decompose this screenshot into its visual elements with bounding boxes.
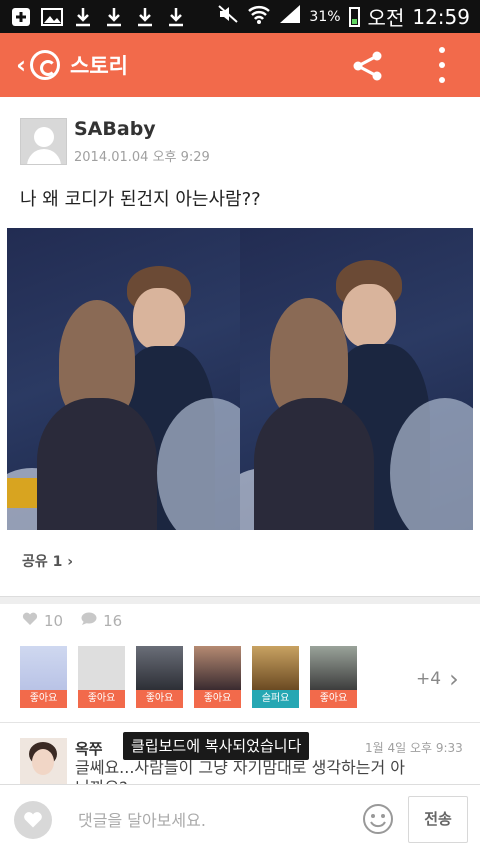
battery-percent: 31% <box>309 8 341 25</box>
plus-box-icon <box>10 6 32 28</box>
section-divider <box>0 596 480 604</box>
commenter-name[interactable]: 옥쭈 <box>75 738 103 759</box>
liker-avatar <box>310 646 357 690</box>
chevron-right-icon: › <box>67 554 74 570</box>
toast-message: 클립보드에 복사되었습니다 <box>123 732 310 760</box>
reaction-badge: 좋아요 <box>194 690 241 708</box>
liker-item[interactable]: 좋아요 <box>310 646 357 708</box>
download-icon <box>165 6 187 28</box>
like-button[interactable] <box>14 801 52 839</box>
time-ampm: 오전 <box>367 6 405 30</box>
mute-icon <box>217 4 239 29</box>
time: 12:59 <box>412 4 470 29</box>
comment-compose-bar: 댓글을 달아보세요. 전송 <box>0 784 480 853</box>
commenter-avatar[interactable] <box>20 738 67 785</box>
liker-avatar <box>78 646 125 690</box>
emoticon-icon[interactable] <box>362 803 394 835</box>
heart-icon <box>24 812 42 828</box>
comment-count: 16 <box>103 612 123 630</box>
share-icon[interactable] <box>352 51 384 81</box>
liker-avatar <box>20 646 67 690</box>
liker-avatar <box>136 646 183 690</box>
photo-panel-left <box>7 228 240 530</box>
more-likers-link[interactable]: +4 › <box>416 665 459 693</box>
reaction-badge: 좋아요 <box>20 690 67 708</box>
post-stats: 10 16 <box>22 612 122 630</box>
post-photo[interactable] <box>7 228 473 530</box>
page-title: 스토리 <box>70 54 128 78</box>
comment-input[interactable]: 댓글을 달아보세요. <box>78 807 206 831</box>
liker-avatar <box>194 646 241 690</box>
download-icon <box>134 6 156 28</box>
wifi-icon <box>247 4 271 29</box>
kakaostory-logo-icon[interactable] <box>30 50 60 80</box>
battery-icon <box>348 6 360 27</box>
chevron-right-icon: › <box>449 665 459 693</box>
send-button[interactable]: 전송 <box>408 796 468 843</box>
more-likers-count: +4 <box>416 669 442 689</box>
post-date: 2014.01.04 오후 9:29 <box>74 150 210 165</box>
status-bar: 31% 오전 12:59 <box>0 0 480 33</box>
comment-date: 1월 4일 오후 9:33 <box>365 741 463 755</box>
post-text: 나 왜 코디가 된건지 아는사람?? <box>20 189 261 210</box>
likers-list: 좋아요 좋아요 좋아요 좋아요 슬퍼요 좋아요 <box>20 646 357 708</box>
image-icon <box>41 6 63 28</box>
heart-icon[interactable] <box>22 612 38 630</box>
author-name[interactable]: SABaby <box>74 118 156 140</box>
liker-item[interactable]: 좋아요 <box>194 646 241 708</box>
liker-item[interactable]: 슬퍼요 <box>252 646 299 708</box>
comments-divider <box>0 722 480 723</box>
app-bar: ‹ 스토리 <box>0 33 480 97</box>
download-icon <box>72 6 94 28</box>
liker-avatar <box>252 646 299 690</box>
like-count: 10 <box>44 612 64 630</box>
reaction-badge: 좋아요 <box>310 690 357 708</box>
back-icon[interactable]: ‹ <box>0 51 26 79</box>
reaction-badge: 슬퍼요 <box>252 690 299 708</box>
more-icon[interactable] <box>436 47 448 83</box>
liker-item[interactable]: 좋아요 <box>20 646 67 708</box>
reaction-badge: 좋아요 <box>136 690 183 708</box>
author-avatar[interactable] <box>20 118 67 165</box>
reaction-badge: 좋아요 <box>78 690 125 708</box>
download-icon <box>103 6 125 28</box>
share-count-label: 공유 1 <box>22 554 63 570</box>
photo-panel-right <box>240 228 473 530</box>
share-count-link[interactable]: 공유 1 › <box>22 551 73 571</box>
signal-icon <box>279 4 301 29</box>
comment-bubble-icon[interactable] <box>81 612 97 630</box>
liker-item[interactable]: 좋아요 <box>78 646 125 708</box>
liker-item[interactable]: 좋아요 <box>136 646 183 708</box>
